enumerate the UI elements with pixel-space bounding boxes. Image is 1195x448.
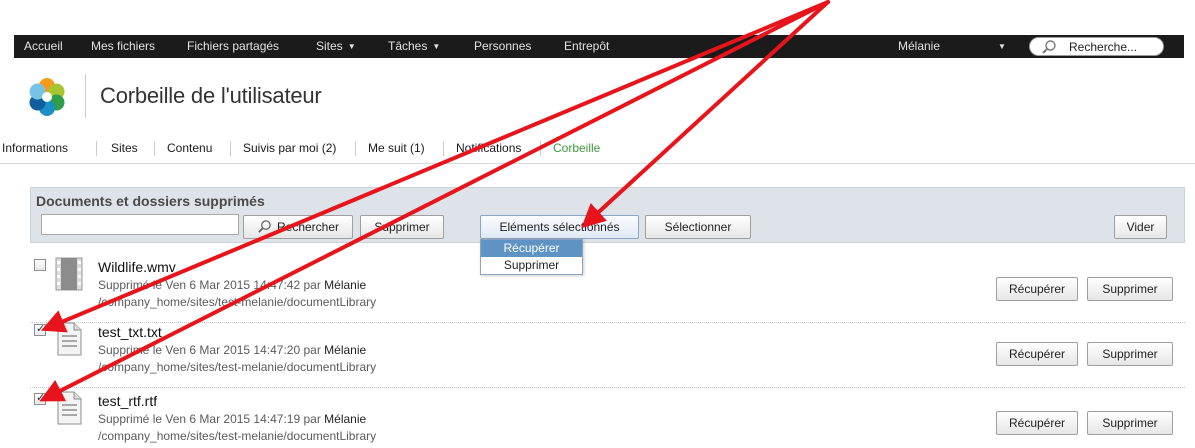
deleted-by-user[interactable]: Mélanie [324,278,366,292]
chevron-down-icon: ▼ [347,42,356,51]
file-name[interactable]: Wildlife.wmv [98,259,176,275]
tab-me-suit[interactable]: Me suit (1) [368,140,425,156]
nav-item-mes-fichiers[interactable]: Mes fichiers [91,35,155,58]
delete-button[interactable]: Supprimer [1087,342,1173,366]
menu-item-delete[interactable]: Supprimer [481,257,582,274]
search-button[interactable]: Rechercher [243,215,353,239]
tab-divider [355,141,356,156]
nav-item-accueil[interactable]: Accueil [24,35,63,58]
header-divider [85,74,86,118]
global-search-input[interactable] [1069,39,1159,54]
text-file-icon [57,391,82,425]
selected-items-button[interactable]: Eléments sélectionnés [480,215,639,239]
deleted-date: Supprimé le Ven 6 Mar 2015 14:47:19 par [98,412,321,426]
recover-button[interactable]: Récupérer [996,411,1078,435]
select-button[interactable]: Sélectionner [645,215,751,239]
tab-corbeille[interactable]: Corbeille [553,140,600,156]
page-title: Corbeille de l'utilisateur [100,83,322,108]
tab-divider [443,141,444,156]
tab-suivis-par-moi[interactable]: Suivis par moi (2) [243,140,336,156]
row-checkbox[interactable] [34,391,46,405]
search-button-label: Rechercher [276,220,340,234]
tab-divider [96,141,97,156]
trash-row: test_txt.txt Supprimé le Ven 6 Mar 2015 … [30,322,1185,388]
trash-row: test_rtf.rtf Supprimé le Ven 6 Mar 2015 … [30,391,1185,448]
row-checkbox[interactable] [34,259,46,271]
filter-input[interactable] [41,214,239,235]
deleted-info: Supprimé le Ven 6 Mar 2015 14:47:20 par … [98,343,366,357]
top-navigation-bar: Accueil Mes fichiers Fichiers partagés S… [14,35,1184,58]
nav-item-entrepot[interactable]: Entrepôt [564,35,609,58]
menu-item-recover[interactable]: Récupérer [481,240,582,257]
video-file-icon [55,257,83,291]
recover-button[interactable]: Récupérer [996,277,1078,301]
file-path: /company_home/sites/test-melanie/documen… [98,295,377,309]
tab-divider [230,141,231,156]
nav-item-taches[interactable]: Tâches ▼ [388,35,440,58]
nav-item-fichiers-partages[interactable]: Fichiers partagés [187,35,279,58]
nav-item-sites-label: Sites [316,39,343,53]
empty-trash-button[interactable]: Vider [1114,215,1167,239]
tab-divider [540,141,541,156]
nav-item-taches-label: Tâches [388,39,428,53]
tabs-divider-line [0,163,1195,164]
tab-informations[interactable]: Informations [2,140,68,156]
tab-notifications[interactable]: Notifications [456,140,521,156]
recover-button[interactable]: Récupérer [996,342,1078,366]
search-icon [1042,40,1056,54]
file-name[interactable]: test_rtf.rtf [98,393,157,409]
global-search-box [1029,37,1164,56]
file-name[interactable]: test_txt.txt [98,324,162,340]
nav-item-personnes[interactable]: Personnes [474,35,531,58]
user-menu[interactable]: Mélanie [898,35,940,58]
text-file-icon [57,322,82,356]
alfresco-logo-icon [29,78,65,116]
deleted-by-user[interactable]: Mélanie [324,343,366,357]
chevron-down-icon[interactable]: ▼ [998,35,1006,58]
file-path: /company_home/sites/test-melanie/documen… [98,429,377,443]
row-checkbox[interactable] [34,322,46,336]
panel-title: Documents et dossiers supprimés [36,193,265,209]
deleted-date: Supprimé le Ven 6 Mar 2015 14:47:42 par [98,278,321,292]
chevron-down-icon: ▼ [432,42,441,51]
trash-row: Wildlife.wmv Supprimé le Ven 6 Mar 2015 … [30,257,1185,323]
tab-sites[interactable]: Sites [111,140,138,156]
file-path: /company_home/sites/test-melanie/documen… [98,360,377,374]
tab-divider [154,141,155,156]
deleted-info: Supprimé le Ven 6 Mar 2015 14:47:19 par … [98,412,366,426]
deleted-date: Supprimé le Ven 6 Mar 2015 14:47:20 par [98,343,321,357]
nav-item-sites[interactable]: Sites ▼ [316,35,356,58]
deleted-by-user[interactable]: Mélanie [324,412,366,426]
search-icon [258,220,271,233]
delete-button[interactable]: Supprimer [1087,411,1173,435]
tab-contenu[interactable]: Contenu [167,140,212,156]
selected-items-menu: Récupérer Supprimer [480,239,583,275]
delete-button[interactable]: Supprimer [1087,277,1173,301]
delete-button[interactable]: Supprimer [360,215,444,239]
deleted-info: Supprimé le Ven 6 Mar 2015 14:47:42 par … [98,278,366,292]
